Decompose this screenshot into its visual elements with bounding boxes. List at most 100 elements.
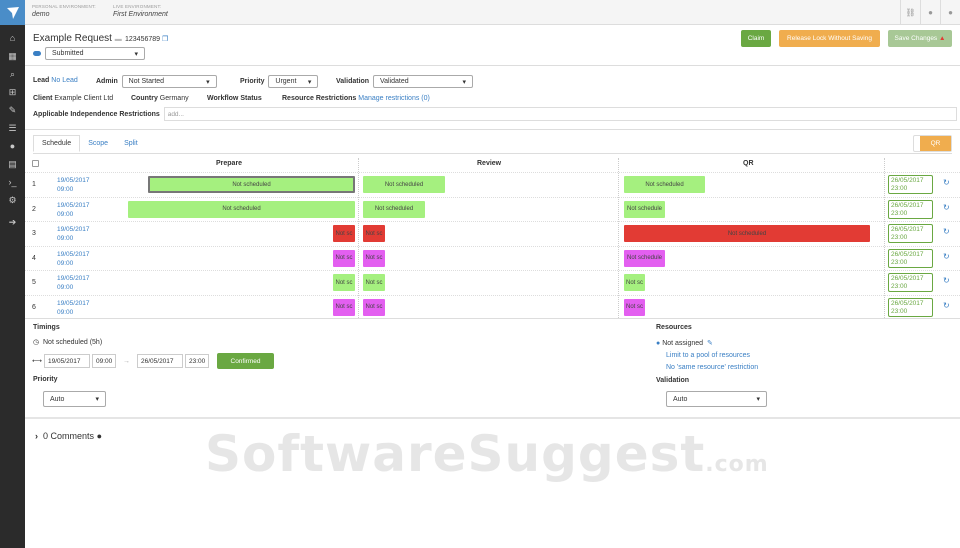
independence-restrictions-input[interactable]: add... xyxy=(163,107,957,121)
wrench-icon[interactable]: ✎ xyxy=(707,339,713,347)
calendar-icon[interactable]: ▦ xyxy=(0,47,25,65)
wrench-icon[interactable]: ✎ xyxy=(0,101,25,119)
start-datetime[interactable]: 19/05/2017 09:00 xyxy=(57,176,90,194)
sign-in-icon[interactable]: ➔ xyxy=(0,213,25,231)
admin-select[interactable]: Not Started ▾ xyxy=(121,75,217,88)
user-lock-icon[interactable]: ● xyxy=(920,0,940,25)
end-datetime-box[interactable]: 26/05/2017 23:00 xyxy=(888,297,933,317)
prepare-block[interactable]: Not sc xyxy=(333,249,355,267)
qr-block[interactable]: Not sc xyxy=(624,274,645,291)
live-env-value[interactable]: First Environment xyxy=(113,11,168,18)
refresh-icon[interactable]: ↻ xyxy=(943,203,950,212)
end-time-input[interactable]: 23:00 xyxy=(185,354,209,368)
confirmed-button[interactable]: Confirmed xyxy=(217,353,274,369)
edit-icon[interactable]: ▬ xyxy=(115,36,122,43)
same-resource-link[interactable]: No 'same resource' restriction xyxy=(666,364,758,371)
lead-link[interactable]: No Lead xyxy=(51,77,77,84)
review-block[interactable]: Not scheduled xyxy=(363,176,445,193)
terminal-icon[interactable]: ›_ xyxy=(0,173,25,191)
tab-split[interactable]: Split xyxy=(116,135,146,152)
review-block[interactable]: Not sc xyxy=(363,225,385,242)
end-datetime-box[interactable]: 26/05/2017 23:00 xyxy=(888,199,933,219)
review-block[interactable]: Not sc xyxy=(363,249,385,267)
home-icon[interactable]: ⌂ xyxy=(0,29,25,47)
refresh-icon[interactable]: ↻ xyxy=(943,276,950,285)
start-time[interactable]: 09:00 xyxy=(57,185,90,194)
prepare-block[interactable]: Not scheduled xyxy=(148,176,355,193)
prepare-block[interactable]: Not sc xyxy=(333,225,355,242)
status-select[interactable]: Submitted ▾ xyxy=(45,47,145,60)
user-icon[interactable]: ● xyxy=(940,0,960,25)
cogs-icon[interactable]: ⚙ xyxy=(0,191,25,209)
review-block[interactable]: Not sc xyxy=(363,298,385,316)
qr-block[interactable]: Not scheduled xyxy=(624,176,705,193)
validation-auto-select[interactable]: Auto ▾ xyxy=(666,391,767,407)
qr-block[interactable]: Not schedule xyxy=(624,249,665,267)
review-block[interactable]: Not sc xyxy=(363,274,385,291)
user-icon[interactable]: ● xyxy=(0,137,25,155)
status-toggle[interactable] xyxy=(33,51,41,56)
qr-block[interactable]: Not schedule xyxy=(624,200,665,218)
resources-label: Resources xyxy=(656,324,692,331)
qr-block[interactable]: Not sc xyxy=(624,298,645,316)
start-datetime[interactable]: 19/05/2017 09:00 xyxy=(57,250,90,268)
start-time[interactable]: 09:00 xyxy=(57,283,90,292)
qr-button[interactable]: QR xyxy=(920,136,951,151)
timings-label: Timings xyxy=(33,324,60,331)
start-date-input[interactable]: 19/05/2017 xyxy=(44,354,90,368)
start-time[interactable]: 09:00 xyxy=(57,234,90,243)
copy-icon[interactable]: ❐ xyxy=(162,36,168,43)
start-time[interactable]: 09:00 xyxy=(57,210,90,219)
start-datetime[interactable]: 19/05/2017 09:00 xyxy=(57,299,90,317)
refresh-icon[interactable]: ↻ xyxy=(943,301,950,310)
save-changes-button[interactable]: Save Changes ▲ xyxy=(888,30,952,47)
claim-button[interactable]: Claim xyxy=(741,30,771,47)
link-icon[interactable]: ⛓ xyxy=(900,0,920,25)
end-datetime-box[interactable]: 26/05/2017 23:00 xyxy=(888,273,933,292)
validation-section-label: Validation xyxy=(656,377,690,384)
start-time-input[interactable]: 09:00 xyxy=(92,354,116,368)
limit-pool-link[interactable]: Limit to a pool of resources xyxy=(666,352,750,359)
start-date[interactable]: 19/05/2017 xyxy=(57,176,90,185)
personal-env-value[interactable]: demo xyxy=(32,11,96,18)
start-datetime[interactable]: 19/05/2017 09:00 xyxy=(57,274,90,292)
priority-auto-select[interactable]: Auto ▾ xyxy=(43,391,106,407)
tab-schedule[interactable]: Schedule xyxy=(33,135,81,152)
qr-toggle[interactable]: QR xyxy=(913,135,952,152)
qr-block[interactable]: Not scheduled xyxy=(624,225,870,242)
start-date[interactable]: 19/05/2017 xyxy=(57,201,90,210)
end-datetime-box[interactable]: 26/05/2017 23:00 xyxy=(888,175,933,194)
app-logo[interactable] xyxy=(0,0,25,25)
start-datetime[interactable]: 19/05/2017 09:00 xyxy=(57,225,90,243)
database-icon[interactable]: ☰ xyxy=(0,119,25,137)
refresh-icon[interactable]: ↻ xyxy=(943,227,950,236)
prepare-block[interactable]: Not sc xyxy=(333,298,355,316)
end-datetime-box[interactable]: 26/05/2017 23:00 xyxy=(888,224,933,243)
plus-square-icon[interactable]: ⊞ xyxy=(0,83,25,101)
refresh-icon[interactable]: ↻ xyxy=(943,178,950,187)
start-date[interactable]: 19/05/2017 xyxy=(57,250,90,259)
manage-restrictions-link[interactable]: Manage restrictions (0) xyxy=(358,95,430,102)
select-all-checkbox[interactable] xyxy=(32,160,39,167)
tab-scope[interactable]: Scope xyxy=(80,135,116,152)
release-lock-button[interactable]: Release Lock Without Saving xyxy=(779,30,880,47)
search-icon[interactable]: ⌕ xyxy=(0,65,25,83)
priority-select[interactable]: Urgent ▾ xyxy=(268,75,319,88)
start-time[interactable]: 09:00 xyxy=(57,259,90,268)
start-date[interactable]: 19/05/2017 xyxy=(57,225,90,234)
start-time[interactable]: 09:00 xyxy=(57,308,90,317)
start-date[interactable]: 19/05/2017 xyxy=(57,299,90,308)
end-datetime-box[interactable]: 26/05/2017 23:00 xyxy=(888,248,933,268)
prepare-block[interactable]: Not scheduled xyxy=(128,200,355,218)
review-block[interactable]: Not scheduled xyxy=(363,200,425,218)
briefcase-icon[interactable]: ▤ xyxy=(0,155,25,173)
prepare-block[interactable]: Not sc xyxy=(333,274,355,291)
comments-toggle[interactable]: › 0 Comments ● xyxy=(35,431,102,441)
refresh-icon[interactable]: ↻ xyxy=(943,252,950,261)
start-datetime[interactable]: 19/05/2017 09:00 xyxy=(57,201,90,219)
validation-select[interactable]: Validated ▾ xyxy=(372,75,473,88)
end-date-input[interactable]: 26/05/2017 xyxy=(137,354,183,368)
start-date[interactable]: 19/05/2017 xyxy=(57,274,90,283)
row-number: 2 xyxy=(32,205,36,213)
row-number: 6 xyxy=(32,303,36,311)
